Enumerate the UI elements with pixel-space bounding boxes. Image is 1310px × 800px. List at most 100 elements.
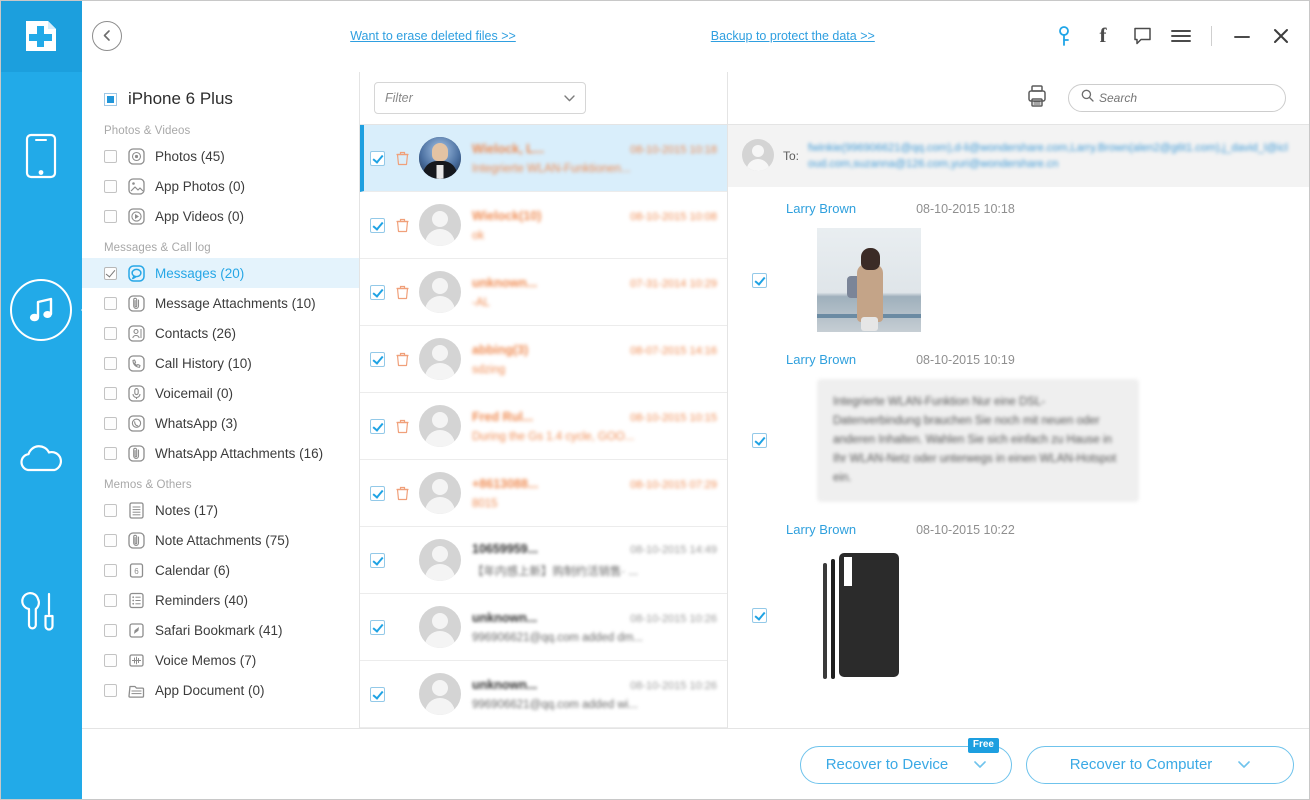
sidebar-item-reminders[interactable]: Reminders (40) [82,585,359,615]
table-row[interactable]: Wielock, L... 08-10-2015 10:18 Integrier… [360,125,727,192]
message-detail-panel: To: fwinkie(996906621@qq.com),d-li@wonde… [728,72,1310,800]
table-row[interactable]: 10659959... 08-10-2015 14:49 【年内感上新】购制约活… [360,527,727,594]
checkbox-message-attachments[interactable] [104,296,117,310]
device-radio-icon[interactable] [104,92,117,106]
minimize-button[interactable] [1231,24,1253,48]
trash-icon[interactable] [391,419,413,434]
checkbox-app-videos[interactable] [104,209,117,223]
search-input[interactable] [1099,91,1273,105]
erase-deleted-files-link[interactable]: Want to erase deleted files >> [350,29,516,43]
sidebar-item-messages[interactable]: Messages (20) [82,258,359,288]
checkbox-notes[interactable] [104,503,117,517]
chevron-down-icon[interactable] [974,758,987,772]
table-row[interactable]: +8613088... 08-10-2015 07:29 8015 [360,460,727,527]
checkbox-voicemail[interactable] [104,386,117,400]
sidebar-item-voice-memos[interactable]: Voice Memos (7) [82,645,359,675]
row-text: abbing(3) 08-07-2015 14:16 sdzing [461,343,727,376]
cloud-icon [17,443,65,482]
message-checkbox[interactable] [752,272,767,288]
row-checkbox[interactable] [370,351,385,367]
sidebar-item-note-attachments[interactable]: Note Attachments (75) [82,525,359,555]
trash-icon[interactable] [391,352,413,367]
checkbox-messages[interactable] [104,266,117,280]
close-button[interactable] [1270,24,1292,48]
chevron-down-icon[interactable] [1238,758,1251,772]
sidebar-item-notes[interactable]: Notes (17) [82,495,359,525]
row-checkbox[interactable] [370,150,385,166]
window-header: Want to erase deleted files >> Backup to… [82,0,1310,72]
rail-item-toolkit[interactable] [10,583,72,645]
sidebar-item-calendar[interactable]: 6 Calendar (6) [82,555,359,585]
table-row[interactable]: Fred Rul... 08-10-2015 10:15 During the … [360,393,727,460]
filter-dropdown[interactable]: Filter [374,82,586,114]
sidebar-item-app-photos[interactable]: App Photos (0) [82,171,359,201]
row-checkbox[interactable] [370,552,385,568]
row-checkbox[interactable] [370,418,385,434]
feedback-bubble-icon[interactable] [1131,24,1153,48]
sidebar-item-photos[interactable]: Photos (45) [82,141,359,171]
row-text: unknown... 08-10-2015 10:26 996906621@qq… [461,611,727,644]
message-checkbox[interactable] [752,433,767,448]
trash-icon[interactable] [391,285,413,300]
message-checkbox[interactable] [752,607,767,623]
checkbox-reminders[interactable] [104,593,117,607]
trash-icon[interactable] [391,218,413,233]
message-sender: Larry Brown [786,522,857,537]
recover-to-computer-button[interactable]: Recover to Computer [1026,745,1294,784]
search-box[interactable] [1068,84,1286,112]
table-row[interactable]: Wielock(10) 08-10-2015 10:08 ok [360,192,727,259]
row-checkbox[interactable] [370,284,385,300]
message-header: Larry Brown 08-10-2015 10:19 [742,352,1290,367]
key-icon[interactable] [1053,24,1075,48]
row-checkbox[interactable] [370,619,385,635]
photo-attachment[interactable] [817,549,917,681]
row-checkbox[interactable] [370,217,385,233]
checkbox-calendar[interactable] [104,563,117,577]
checkbox-call-history[interactable] [104,356,117,370]
trash-icon[interactable] [391,486,413,501]
checkbox-safari-bookmark[interactable] [104,623,117,637]
photo-attachment[interactable] [817,228,921,332]
sidebar-item-contacts[interactable]: Contacts (26) [82,318,359,348]
sidebar-item-voicemail[interactable]: Voicemail (0) [82,378,359,408]
row-checkbox[interactable] [370,686,385,702]
sidebar-item-whatsapp[interactable]: WhatsApp (3) [82,408,359,438]
message-list[interactable]: Wielock, L... 08-10-2015 10:18 Integrier… [360,124,727,800]
device-selector[interactable]: iPhone 6 Plus [82,84,359,114]
checkbox-contacts[interactable] [104,326,117,340]
facebook-icon[interactable]: f [1092,23,1114,48]
conversation-thread[interactable]: To: fwinkie(996906621@qq.com),d-li@wonde… [728,124,1310,800]
table-row[interactable]: unknown... 08-10-2015 10:26 996906621@qq… [360,594,727,661]
sidebar-item-message-attachments[interactable]: Message Attachments (10) [82,288,359,318]
sidebar-label-message-attachments: Message Attachments (10) [155,295,316,311]
table-row[interactable]: abbing(3) 08-07-2015 14:16 sdzing [360,326,727,393]
rail-item-ios-recovery[interactable] [10,279,72,341]
sidebar-item-app-document[interactable]: App Document (0) [82,675,359,705]
recover-to-device-button[interactable]: Free Recover to Device [800,737,1012,784]
checkbox-whatsapp[interactable] [104,416,117,430]
checkbox-voice-memos[interactable] [104,653,117,667]
sidebar-item-app-videos[interactable]: App Videos (0) [82,201,359,231]
checkbox-app-document[interactable] [104,683,117,697]
rail-item-cloud[interactable] [10,431,72,493]
checkbox-app-photos[interactable] [104,179,117,193]
backup-protect-data-link[interactable]: Backup to protect the data >> [711,29,875,43]
group-title-photos-videos: Photos & Videos [104,125,191,137]
contacts-icon [126,323,146,343]
checkbox-photos[interactable] [104,149,117,163]
sidebar-item-call-history[interactable]: Call History (10) [82,348,359,378]
table-row[interactable]: unknown... 08-10-2015 10:26 996906621@qq… [360,661,727,728]
printer-icon[interactable] [1026,84,1048,113]
row-snippet: 996906621@qq.com added wi... [472,698,638,711]
table-row[interactable]: unknown... 07-31-2014 10:29 -AL [360,259,727,326]
checkbox-whatsapp-attachments[interactable] [104,446,117,460]
row-checkbox[interactable] [370,485,385,501]
sidebar-item-safari-bookmark[interactable]: Safari Bookmark (41) [82,615,359,645]
note-attachments-icon [126,530,146,550]
trash-icon[interactable] [391,151,413,166]
back-button[interactable] [92,20,122,51]
sidebar-item-whatsapp-attachments[interactable]: WhatsApp Attachments (16) [82,438,359,468]
checkbox-note-attachments[interactable] [104,533,117,547]
rail-item-device[interactable] [10,127,72,189]
hamburger-menu-icon[interactable] [1170,24,1192,48]
